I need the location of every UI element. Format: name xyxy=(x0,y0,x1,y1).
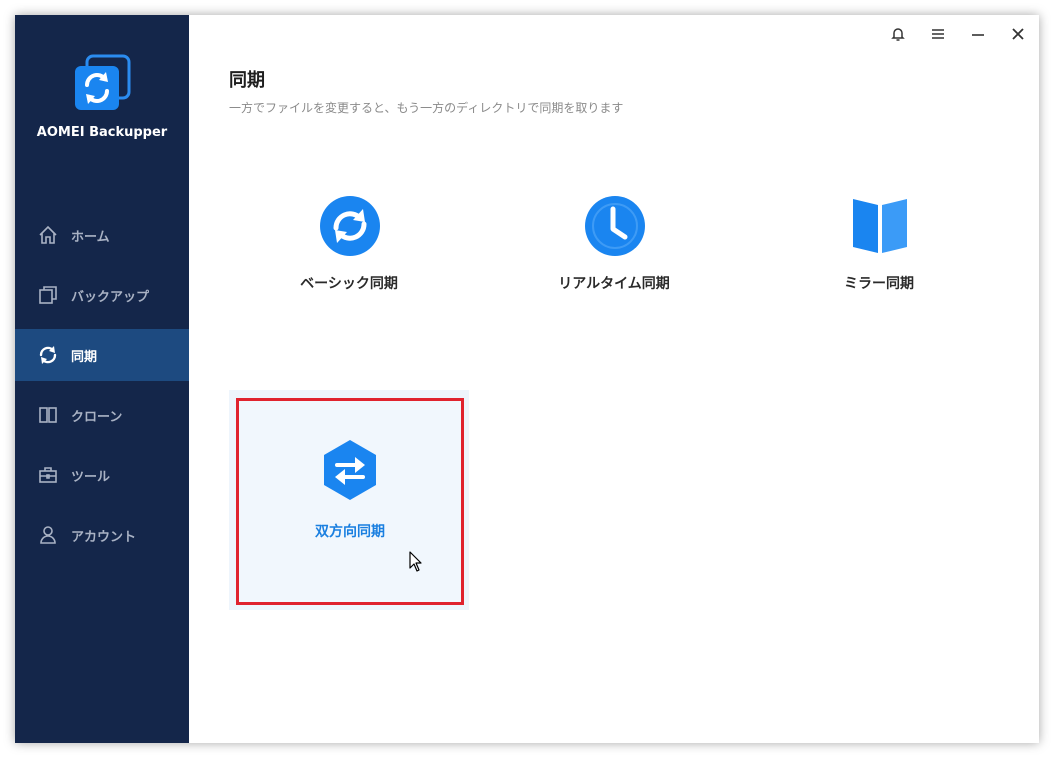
sync-icon xyxy=(37,344,59,366)
main-content: 同期 一方でファイルを変更すると、もう一方のディレクトリで同期を取ります ベーシ… xyxy=(189,15,1039,743)
realtime-sync-option[interactable]: リアルタイム同期 xyxy=(494,195,734,315)
option-label: ベーシック同期 xyxy=(300,276,398,292)
user-icon xyxy=(37,524,59,546)
option-label: 双方向同期 xyxy=(315,524,385,540)
sync-logo-icon xyxy=(73,54,131,112)
page-subtitle: 一方でファイルを変更すると、もう一方のディレクトリで同期を取ります xyxy=(229,101,624,115)
two-way-sync-option[interactable]: 双方向同期 xyxy=(236,398,464,605)
app-window: AOMEI Backupper ホーム バックアップ 同期 クローン ツール ア… xyxy=(15,15,1039,743)
sidebar-item-label: ツール xyxy=(71,469,111,485)
sidebar-item-home[interactable]: ホーム xyxy=(15,209,189,261)
sidebar-item-tools[interactable]: ツール xyxy=(15,449,189,501)
sidebar-item-backup[interactable]: バックアップ xyxy=(15,269,189,321)
home-icon xyxy=(37,224,59,246)
sidebar-item-label: アカウント xyxy=(71,529,137,545)
sidebar-item-label: ホーム xyxy=(71,229,110,245)
mirror-icon xyxy=(849,195,911,257)
close-icon[interactable] xyxy=(1007,23,1029,45)
mouse-cursor-icon xyxy=(409,551,423,573)
basic-sync-option[interactable]: ベーシック同期 xyxy=(229,195,469,315)
sidebar-item-label: クローン xyxy=(71,409,123,425)
sidebar-item-clone[interactable]: クローン xyxy=(15,389,189,441)
sidebar: AOMEI Backupper ホーム バックアップ 同期 クローン ツール ア… xyxy=(15,15,189,743)
toolbox-icon xyxy=(37,464,59,486)
sidebar-item-label: バックアップ xyxy=(71,289,150,305)
sidebar-item-sync[interactable]: 同期 xyxy=(15,329,189,381)
sidebar-item-account[interactable]: アカウント xyxy=(15,509,189,561)
page-title: 同期 xyxy=(229,70,265,91)
menu-icon[interactable] xyxy=(927,23,949,45)
two-way-sync-icon xyxy=(319,439,381,501)
bell-icon[interactable] xyxy=(887,23,909,45)
app-name: AOMEI Backupper xyxy=(36,125,168,140)
clone-icon xyxy=(37,404,59,426)
realtime-clock-icon xyxy=(584,195,646,257)
option-label: リアルタイム同期 xyxy=(558,276,670,292)
minimize-icon[interactable] xyxy=(967,23,989,45)
sidebar-item-label: 同期 xyxy=(71,349,98,365)
basic-sync-icon xyxy=(319,195,381,257)
mirror-sync-option[interactable]: ミラー同期 xyxy=(759,195,999,315)
backup-icon xyxy=(37,284,59,306)
option-label: ミラー同期 xyxy=(844,276,914,292)
